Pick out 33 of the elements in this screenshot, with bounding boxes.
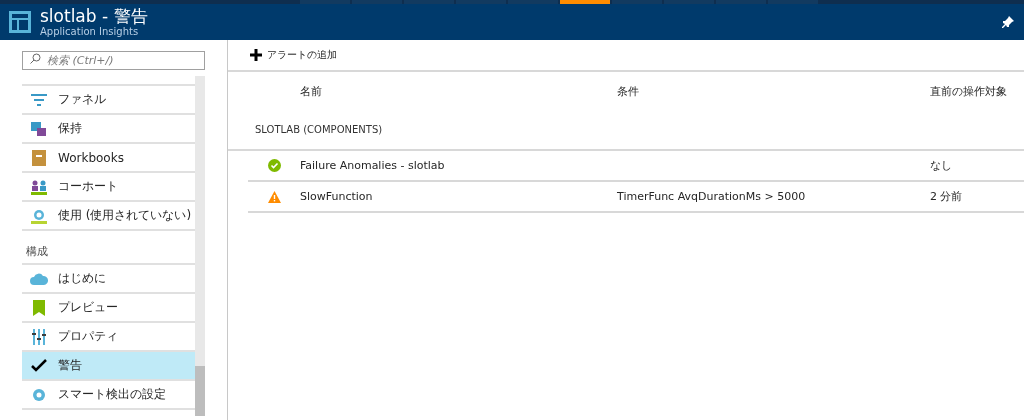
plus-icon [250,49,262,61]
search-icon [30,53,41,64]
nav-item[interactable]: ファネル [22,84,195,115]
group-heading: SLOTLAB (COMPONENTS) [255,124,383,135]
blade-title: slotlab - 警告 [40,6,149,26]
blade-subtitle: Application Insights [40,25,140,38]
add-alert-button[interactable]: アラートの追加 [248,46,339,64]
nav-item[interactable]: 警告 [22,352,195,381]
section-heading: 構成 [26,243,48,259]
top-tab[interactable] [560,0,610,4]
funnel-icon [31,92,47,107]
people-icon [31,178,47,195]
alert-name[interactable]: Failure Anomalies - slotlab [300,159,445,172]
book-icon [32,149,46,166]
column-header[interactable]: 名前 [300,84,322,98]
check-circle-icon [267,159,281,172]
column-header[interactable]: 直前の操作対象 [930,84,1007,98]
alert-condition: TimerFunc AvqDurationMs > 5000 [617,190,806,203]
warning-icon [267,190,281,203]
bookmark-icon [33,299,45,316]
checkmark-icon [31,358,47,373]
scrollbar[interactable] [195,76,205,416]
last-triggered: 2 分前 [930,190,963,203]
dashboard-icon [8,10,32,34]
last-triggered: なし [930,159,952,172]
alert-name[interactable]: SlowFunction [300,190,373,203]
retention-icon [31,120,47,137]
pin-icon[interactable] [1002,16,1014,28]
sliders-icon [31,328,47,345]
column-header[interactable]: 条件 [617,84,639,98]
nav-item[interactable]: Workbooks [22,144,195,173]
search-field[interactable]: 検索 (Ctrl+/) [22,51,205,70]
cloud-icon [30,272,48,285]
